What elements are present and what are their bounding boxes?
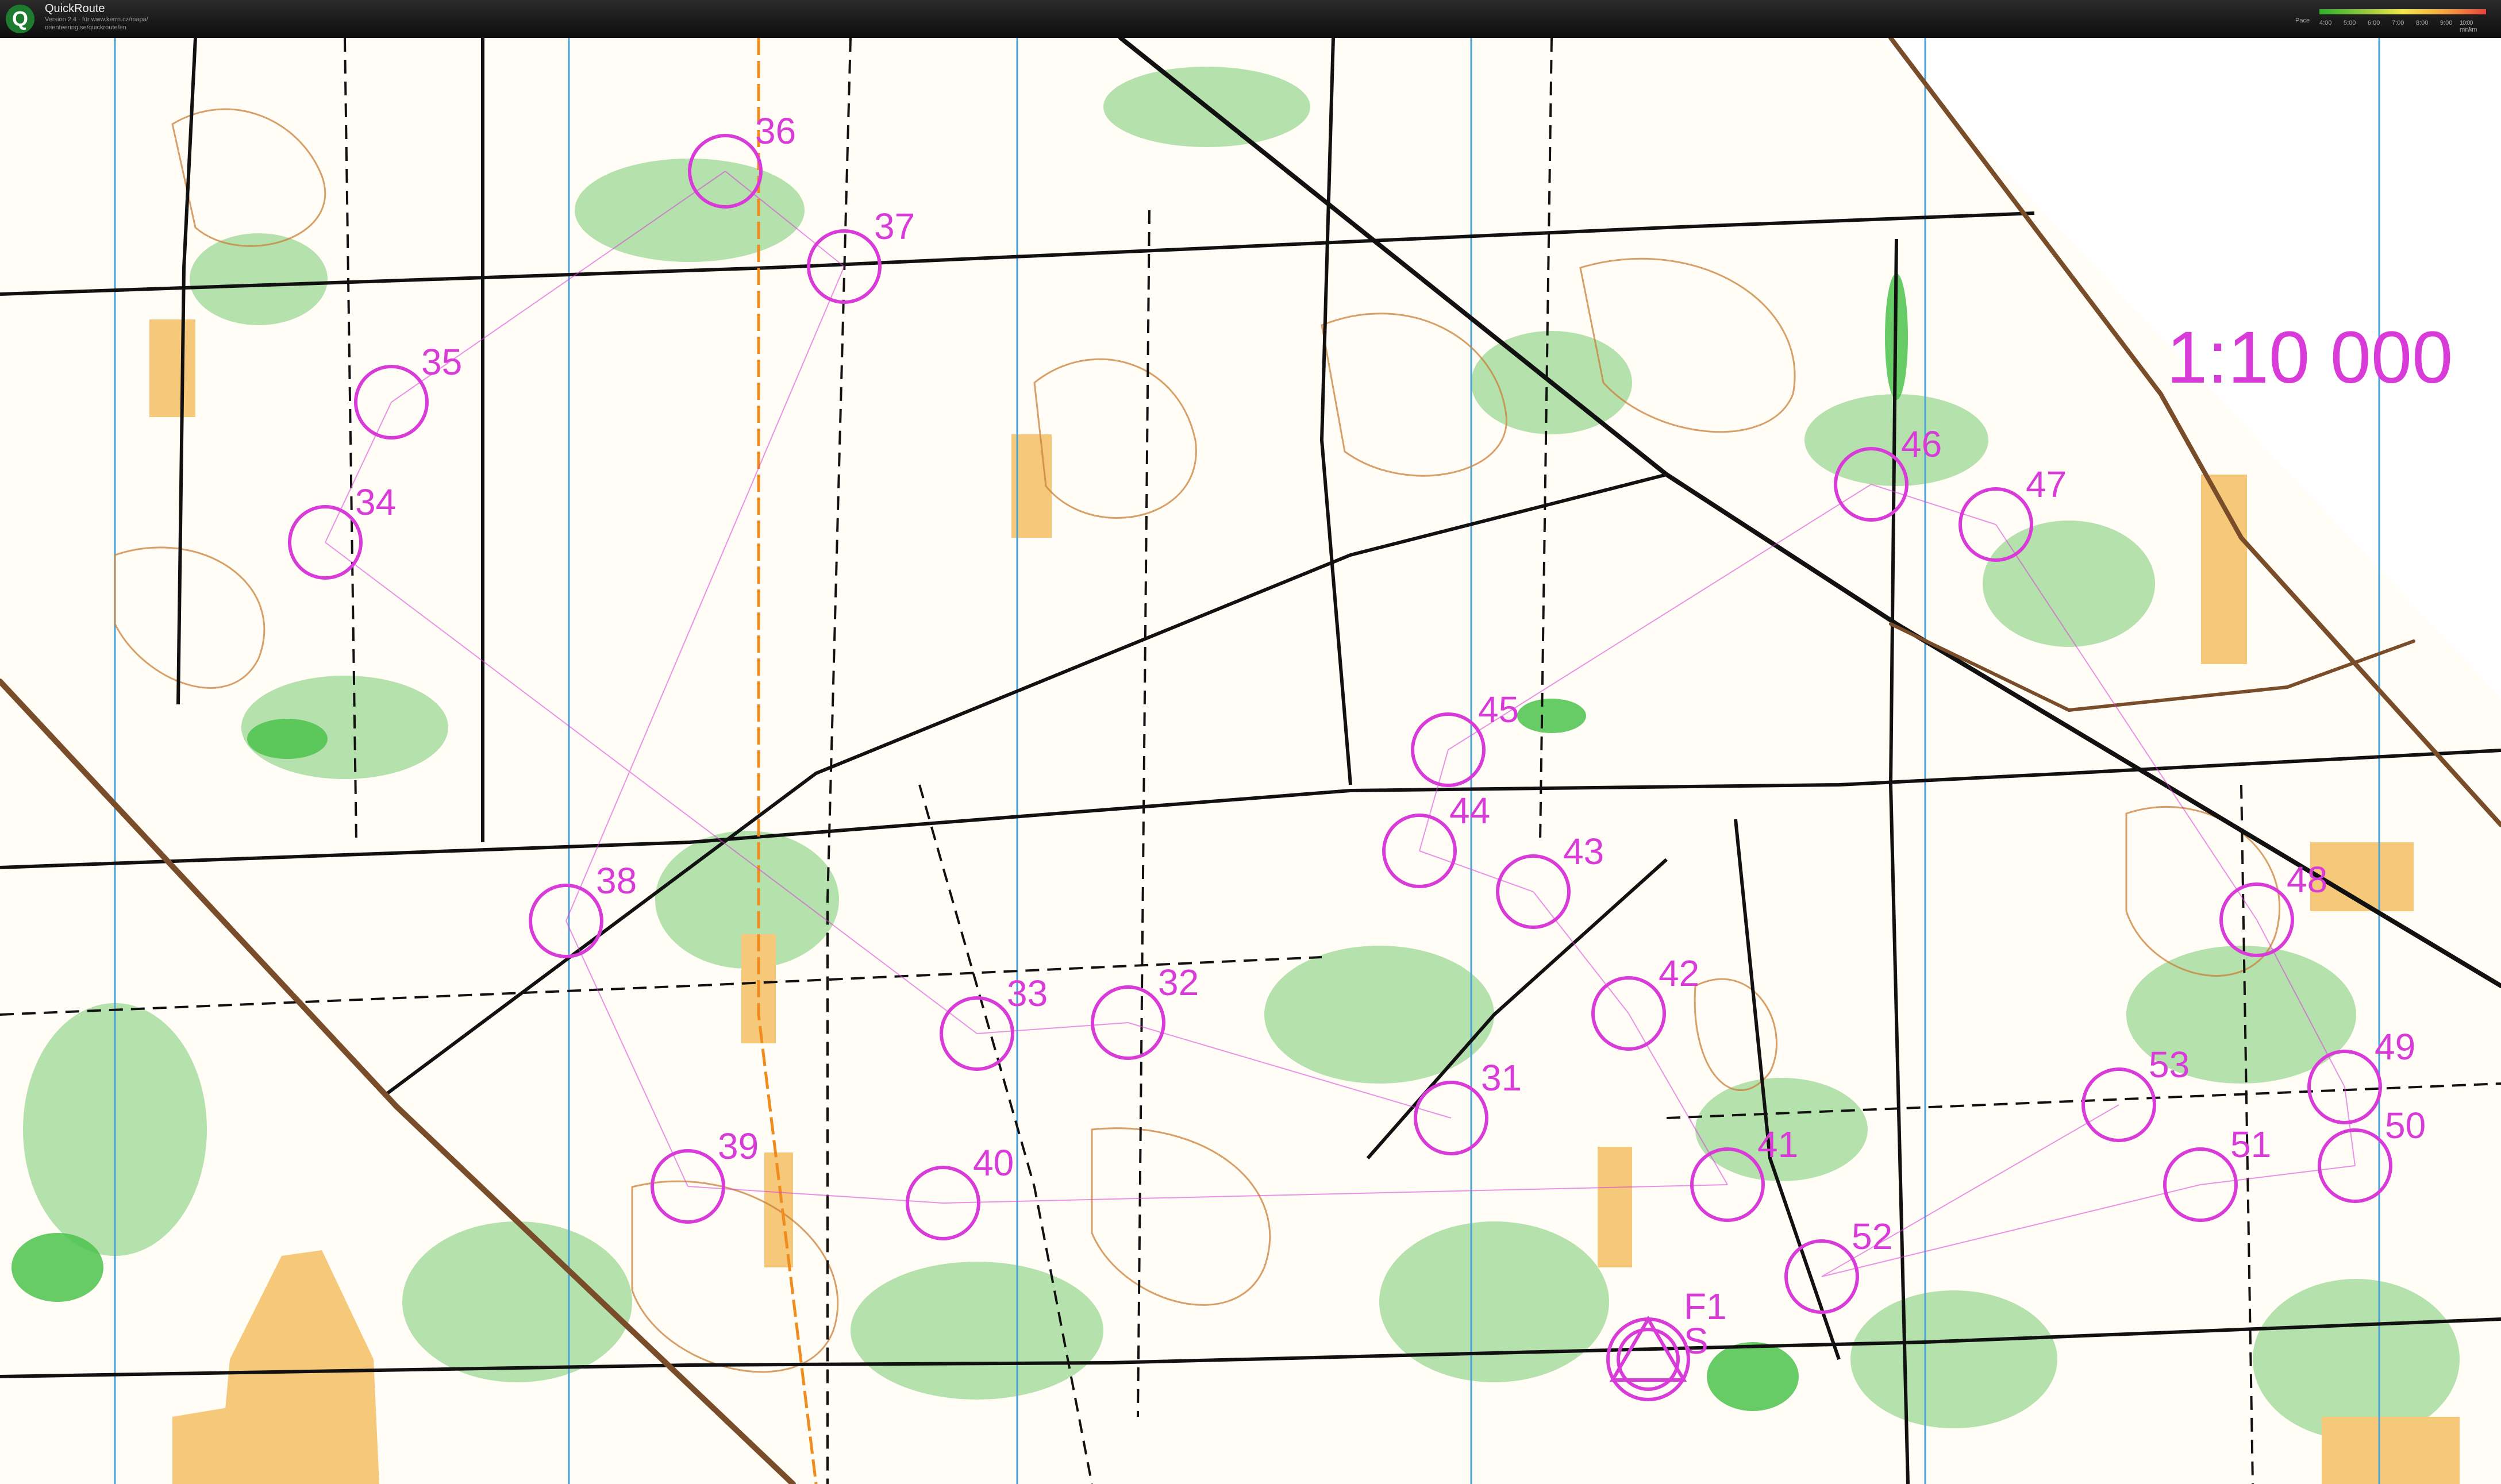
pace-color-bar [2319, 9, 2486, 14]
pace-tick: 8:00 [2416, 20, 2429, 26]
control-number: 48 [2287, 859, 2327, 900]
control-33[interactable]: 33 [940, 973, 1048, 1071]
app-subtitle-line: Version 2.4 · für www.kerrn.cz/mapa/ [45, 16, 148, 23]
control-53[interactable]: 53 [2081, 1044, 2190, 1142]
course-leg [687, 1186, 944, 1204]
control-number: 34 [355, 481, 396, 523]
control-32[interactable]: 32 [1091, 962, 1199, 1060]
control-number: 49 [2375, 1026, 2415, 1067]
map-scale-label: 1:10 000 [2167, 317, 2453, 399]
control-number: 44 [1449, 790, 1490, 831]
control-50[interactable]: 50 [2318, 1105, 2426, 1203]
app-subtitle-line: orienteering.se/quickroute/en [45, 24, 126, 31]
control-number: 36 [755, 110, 796, 152]
control-38[interactable]: 38 [529, 860, 637, 958]
course-leg [565, 266, 845, 922]
pace-tick: 9:00 [2440, 20, 2453, 26]
vegetation-layer [23, 67, 2460, 1440]
control-34[interactable]: 34 [288, 481, 396, 580]
course-leg [1871, 484, 1996, 525]
control-number: 41 [1757, 1124, 1798, 1165]
control-number: 43 [1563, 831, 1604, 872]
course-leg [1419, 850, 1534, 892]
pace-tick: 7:00 [2392, 20, 2404, 26]
control-number: 39 [718, 1125, 759, 1167]
control-42[interactable]: 42 [1591, 953, 1699, 1051]
control-number: 42 [1659, 953, 1699, 994]
pace-legend: Pace 4:00 5:00 6:00 7:00 8:00 9:00 10:00… [2295, 5, 2491, 33]
map-canvas[interactable]: 31 32 33 34 35 36 37 38 39 40 41 42 43 44 45 46 47 48 49 50… [0, 38, 2501, 1484]
course-legs [325, 171, 2356, 1277]
control-52[interactable]: 52 [1784, 1216, 1892, 1314]
control-number: 47 [2026, 464, 2067, 505]
course-leg [565, 920, 688, 1187]
control-45[interactable]: 45 [1411, 689, 1519, 787]
pace-legend-label: Pace [2295, 17, 2310, 24]
app-title: QuickRoute [45, 2, 105, 15]
course-leg [2344, 1086, 2356, 1166]
control-44[interactable]: 44 [1382, 790, 1490, 888]
course-leg [976, 1022, 1129, 1034]
control-43[interactable]: 43 [1496, 831, 1604, 929]
pace-tick: 4:00 [2319, 20, 2332, 26]
quickroute-app-icon: Q [6, 5, 34, 33]
control-number: 37 [874, 206, 915, 247]
control-number: 51 [2230, 1124, 2271, 1165]
controls-layer: 31 32 33 34 35 36 37 38 39 40 41 42 43 44 45 46 47 48 49 50… [288, 110, 2426, 1314]
pace-tick: 10:00 min/km [2460, 20, 2477, 33]
control-40[interactable]: 40 [906, 1142, 1014, 1240]
control-39[interactable]: 39 [651, 1125, 759, 1224]
control-number: 31 [1481, 1057, 1522, 1098]
control-number: 52 [1852, 1216, 1892, 1257]
start-finish-label: S [1684, 1320, 1709, 1362]
control-number: 45 [1478, 689, 1519, 730]
course-leg [1419, 749, 1449, 851]
control-number: 32 [1158, 962, 1199, 1003]
control-number: 35 [421, 341, 462, 383]
course-leg [1533, 891, 1629, 1014]
course-leg [325, 542, 978, 1034]
pace-tick: 6:00 [2368, 20, 2380, 26]
orienteering-map[interactable]: 31 32 33 34 35 36 37 38 39 40 41 42 43 44 45 46 47 48 49 50… [0, 38, 2501, 1484]
control-51[interactable]: 51 [2163, 1124, 2271, 1222]
control-number: 53 [2149, 1044, 2190, 1085]
control-37[interactable]: 37 [807, 206, 915, 304]
control-number: 46 [1901, 423, 1942, 465]
pace-tick: 5:00 [2344, 20, 2356, 26]
title-bar: Q QuickRoute Version 2.4 · für www.kerrn… [0, 0, 2501, 38]
course-leg [2200, 1165, 2356, 1185]
control-number: 50 [2385, 1105, 2426, 1146]
control-number: 40 [973, 1142, 1014, 1184]
control-number: 38 [596, 860, 637, 901]
control-number: 33 [1007, 973, 1048, 1014]
